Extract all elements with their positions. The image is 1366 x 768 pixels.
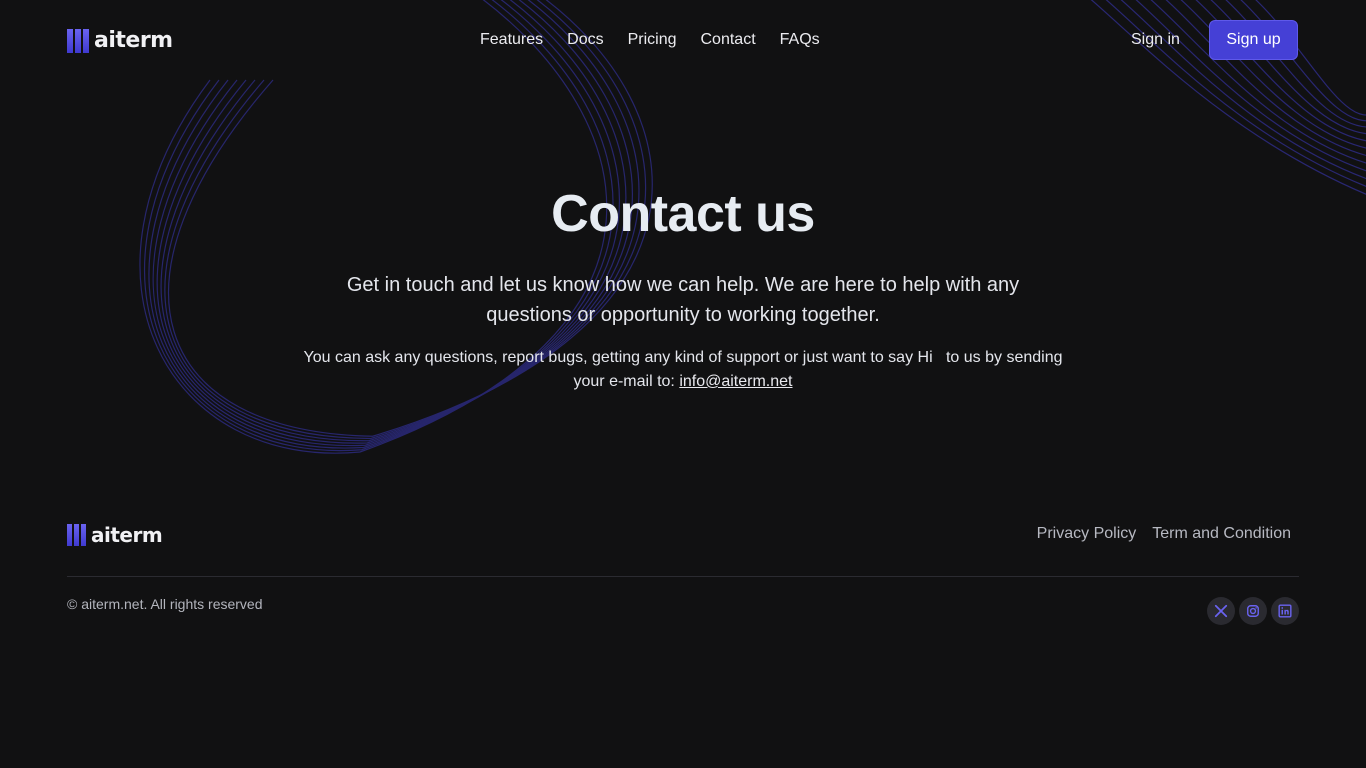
site-header: aiterm Features Docs Pricing Contact FAQ…	[0, 0, 1366, 80]
sign-up-button[interactable]: Sign up	[1209, 20, 1298, 60]
nav-link-features[interactable]: Features	[480, 29, 543, 51]
logo-text: aiterm	[94, 28, 173, 53]
social-links	[1207, 597, 1299, 625]
footer-logo[interactable]: aiterm	[67, 523, 163, 547]
logo-text: aiterm	[91, 523, 163, 547]
instagram-social-button[interactable]	[1239, 597, 1267, 625]
contact-email-link[interactable]: info@aiterm.net	[679, 373, 792, 390]
nav-link-docs[interactable]: Docs	[567, 29, 603, 51]
footer-links: Privacy Policy Term and Condition	[1037, 523, 1291, 545]
nav-link-faqs[interactable]: FAQs	[780, 29, 820, 51]
linkedin-social-button[interactable]	[1271, 597, 1299, 625]
sign-in-link[interactable]: Sign in	[1131, 29, 1180, 51]
x-social-button[interactable]	[1207, 597, 1235, 625]
nav-link-pricing[interactable]: Pricing	[628, 29, 677, 51]
copyright-text: © aiterm.net. All rights reserved	[67, 596, 263, 612]
hero-note: You can ask any questions, report bugs, …	[303, 346, 1063, 394]
logo-mark-icon	[67, 524, 86, 546]
linkedin-icon	[1278, 604, 1292, 618]
privacy-policy-link[interactable]: Privacy Policy	[1037, 523, 1137, 545]
footer-divider	[67, 576, 1299, 577]
instagram-icon	[1247, 605, 1259, 617]
nav-link-contact[interactable]: Contact	[701, 29, 756, 51]
x-icon	[1214, 604, 1228, 618]
logo-mark-icon	[67, 28, 89, 53]
header-logo[interactable]: aiterm	[67, 28, 173, 53]
hero-subtitle: Get in touch and let us know how we can …	[346, 274, 1020, 326]
main-nav: Features Docs Pricing Contact FAQs	[480, 29, 820, 51]
page-title: Contact us	[551, 185, 815, 243]
page: aiterm Features Docs Pricing Contact FAQ…	[0, 0, 1366, 768]
terms-link[interactable]: Term and Condition	[1152, 523, 1291, 545]
